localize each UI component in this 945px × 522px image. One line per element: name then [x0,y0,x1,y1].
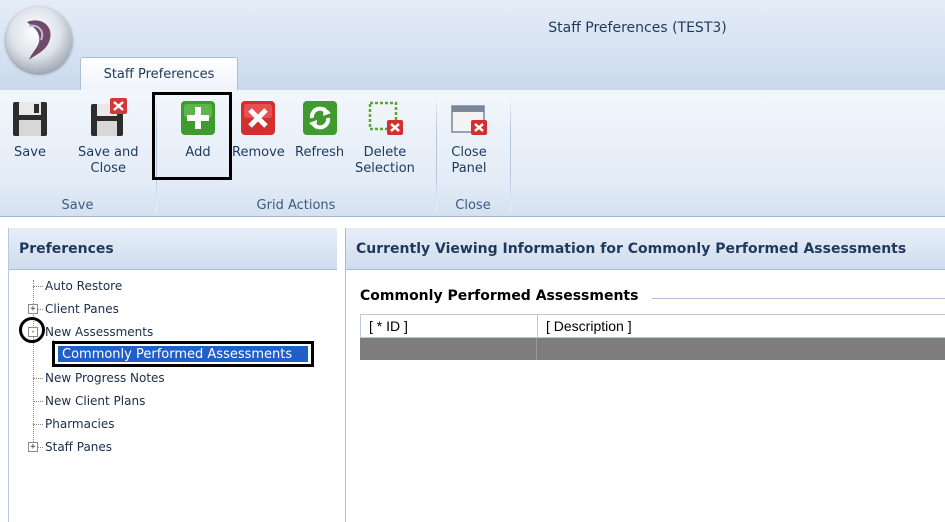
tree-item-label: Auto Restore [45,279,123,293]
tree-item-client-panes[interactable]: Client Panes [45,298,119,320]
tree-item-pharmacies[interactable]: Pharmacies [45,413,115,435]
floppy-disk-icon [13,102,47,136]
column-header-id[interactable]: [ * ID ] [361,315,538,337]
collapse-toggle-highlight [19,317,45,343]
tree-item-label: Staff Panes [45,440,113,454]
save-button[interactable]: Save [10,98,50,161]
green-refresh-icon [302,101,337,135]
tree-line [33,378,43,379]
save-button-label: Save [14,145,46,160]
title-bar: Staff Preferences (TEST3) Staff Preferen… [0,0,945,91]
tree-item-label: Pharmacies [45,417,115,431]
ribbon-group-grid-actions-label: Grid Actions [256,198,336,213]
add-button-highlight [152,92,232,180]
tree-item-label-selected: Commonly Performed Assessments [58,346,308,362]
grid-header-row: [ * ID ] [ Description ] [360,314,945,338]
tree-item-commonly-performed-assessments[interactable]: Commonly Performed Assessments [52,341,314,367]
tree-item-new-client-plans[interactable]: New Client Plans [45,390,145,412]
ribbon: Save Save and Close Save Add Remove Refr… [0,90,945,217]
delete-selection-icon [368,101,403,135]
delete-selection-button-label: Delete Selection [355,145,415,176]
ribbon-group-close-label: Close [455,198,491,213]
tree-item-new-progress-notes[interactable]: New Progress Notes [45,367,165,389]
tree-item-label: New Progress Notes [45,371,165,385]
tree-item-new-assessments[interactable]: New Assessments [45,321,153,343]
tree-item-staff-panes[interactable]: Staff Panes [45,436,112,458]
tab-staff-preferences[interactable]: Staff Preferences [80,57,238,90]
tree-line [33,286,43,287]
close-panel-icon [451,105,487,135]
red-x-icon [241,101,276,135]
ribbon-separator [510,94,511,212]
tree-item-label: New Assessments [45,325,154,339]
floppy-disk-close-icon [91,98,128,136]
table-row[interactable] [360,338,945,360]
save-and-close-button-label: Save and Close [78,145,139,176]
assessments-grid: [ * ID ] [ Description ] [360,314,945,360]
ribbon-group-save: Save Save and Close Save [0,90,155,216]
save-and-close-button[interactable]: Save and Close [78,98,139,177]
close-panel-button-label: Close Panel [451,145,487,176]
tree-line [33,424,43,425]
tree-item-label: New Client Plans [45,394,146,408]
grid-cell-description[interactable] [537,338,945,360]
window-title: Staff Preferences (TEST3) [548,20,727,36]
tree-item-auto-restore[interactable]: Auto Restore [45,275,122,297]
close-panel-button[interactable]: Close Panel [449,98,489,177]
delete-selection-button[interactable]: Delete Selection [355,98,415,177]
expand-staff-panes-toggle[interactable]: + [28,442,38,452]
group-caption-divider [652,298,945,299]
ribbon-group-save-label: Save [61,198,94,213]
column-header-description[interactable]: [ Description ] [538,315,945,337]
preferences-header: Preferences [9,228,337,270]
remove-button[interactable]: Remove [232,98,285,161]
grid-group-caption: Commonly Performed Assessments [360,288,639,304]
remove-button-label: Remove [232,145,285,160]
preferences-pane: Preferences + - + Auto Restore Client Pa… [8,228,337,522]
tree-item-label: Client Panes [45,302,119,316]
refresh-button-label: Refresh [295,145,345,160]
content-pane: Currently Viewing Information for Common… [345,228,945,522]
tree-line [33,401,43,402]
application-orb-button[interactable] [6,7,72,73]
content-header: Currently Viewing Information for Common… [346,228,945,270]
refresh-button[interactable]: Refresh [295,98,344,161]
grid-cell-id[interactable] [360,338,537,360]
ribbon-group-close: Close Panel Close [437,90,509,216]
expand-client-panes-toggle[interactable]: + [28,304,38,314]
